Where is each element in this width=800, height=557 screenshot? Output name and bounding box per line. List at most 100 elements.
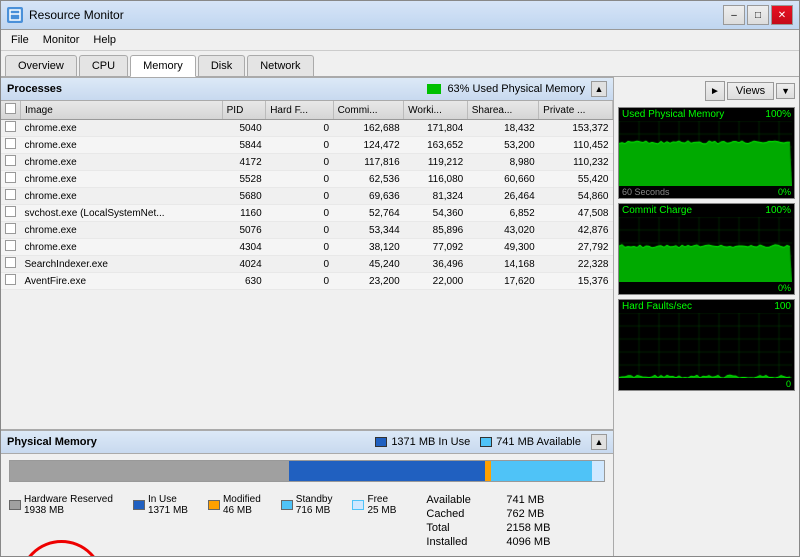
row-image: chrome.exe bbox=[21, 222, 223, 239]
row-image: chrome.exe bbox=[21, 137, 223, 154]
table-row[interactable]: chrome.exe 5528 0 62,536 116,080 60,660 … bbox=[1, 171, 613, 188]
row-checkbox[interactable] bbox=[1, 137, 21, 154]
memory-section-header[interactable]: Physical Memory 1371 MB In Use 741 MB Av… bbox=[1, 430, 613, 454]
bar-in-use bbox=[289, 461, 485, 481]
close-button[interactable]: ✕ bbox=[771, 5, 793, 25]
row-pid: 5844 bbox=[222, 137, 266, 154]
table-row[interactable]: svchost.exe (LocalSystemNet... 1160 0 52… bbox=[1, 205, 613, 222]
tab-cpu[interactable]: CPU bbox=[79, 55, 128, 76]
row-private: 110,452 bbox=[539, 137, 613, 154]
processes-table: Image PID Hard F... Commi... Worki... Sh… bbox=[1, 101, 613, 290]
table-row[interactable]: SearchIndexer.exe 4024 0 45,240 36,496 1… bbox=[1, 256, 613, 273]
memory-body: Hardware Reserved 1938 MB In Use bbox=[1, 454, 613, 556]
row-image: chrome.exe bbox=[21, 239, 223, 256]
menu-monitor[interactable]: Monitor bbox=[37, 32, 86, 48]
row-checkbox[interactable] bbox=[1, 239, 21, 256]
row-shared: 26,464 bbox=[467, 188, 538, 205]
graph-commit-title: Commit Charge bbox=[622, 205, 692, 216]
legend-in-use-label: In Use bbox=[148, 494, 188, 505]
graph-hard-faults-label: Hard Faults/sec 100 bbox=[619, 300, 794, 313]
memory-collapse-button[interactable]: ▲ bbox=[591, 434, 607, 450]
row-checkbox[interactable] bbox=[1, 256, 21, 273]
col-working[interactable]: Worki... bbox=[404, 101, 468, 120]
table-row[interactable]: chrome.exe 5076 0 53,344 85,896 43,020 4… bbox=[1, 222, 613, 239]
row-hard: 0 bbox=[266, 171, 333, 188]
views-header: ► Views ▼ bbox=[618, 81, 795, 101]
legend-standby: Standby 716 MB bbox=[281, 494, 333, 516]
processes-header[interactable]: Processes 63% Used Physical Memory ▲ bbox=[1, 77, 613, 101]
graph-hard-faults-bottom: 0 bbox=[619, 378, 794, 390]
row-commit: 124,472 bbox=[333, 137, 404, 154]
table-row[interactable]: chrome.exe 5040 0 162,688 171,804 18,432… bbox=[1, 120, 613, 137]
table-row[interactable]: chrome.exe 5844 0 124,472 163,652 53,200… bbox=[1, 137, 613, 154]
processes-collapse-button[interactable]: ▲ bbox=[591, 81, 607, 97]
row-pid: 4024 bbox=[222, 256, 266, 273]
table-row[interactable]: chrome.exe 4172 0 117,816 119,212 8,980 … bbox=[1, 154, 613, 171]
row-working: 77,092 bbox=[404, 239, 468, 256]
row-image: AventFire.exe bbox=[21, 273, 223, 290]
row-commit: 38,120 bbox=[333, 239, 404, 256]
row-pid: 5680 bbox=[222, 188, 266, 205]
row-working: 36,496 bbox=[404, 256, 468, 273]
processes-table-container[interactable]: Image PID Hard F... Commi... Worki... Sh… bbox=[1, 101, 613, 429]
row-working: 116,080 bbox=[404, 171, 468, 188]
col-private[interactable]: Private ... bbox=[539, 101, 613, 120]
menu-help[interactable]: Help bbox=[87, 32, 122, 48]
row-checkbox[interactable] bbox=[1, 171, 21, 188]
col-pid[interactable]: PID bbox=[222, 101, 266, 120]
table-row[interactable]: AventFire.exe 630 0 23,200 22,000 17,620… bbox=[1, 273, 613, 290]
row-hard: 0 bbox=[266, 205, 333, 222]
memory-legend: Hardware Reserved 1938 MB In Use bbox=[9, 490, 396, 550]
row-hard: 0 bbox=[266, 154, 333, 171]
row-hard: 0 bbox=[266, 188, 333, 205]
legend-in-use: In Use 1371 MB bbox=[133, 494, 188, 516]
row-commit: 117,816 bbox=[333, 154, 404, 171]
legend-standby-value: 716 MB bbox=[296, 505, 333, 516]
row-checkbox[interactable] bbox=[1, 273, 21, 290]
stat-cached: Cached 762 MB bbox=[426, 508, 550, 520]
row-pid: 5076 bbox=[222, 222, 266, 239]
tab-disk[interactable]: Disk bbox=[198, 55, 245, 76]
row-commit: 62,536 bbox=[333, 171, 404, 188]
table-row[interactable]: chrome.exe 5680 0 69,636 81,324 26,464 5… bbox=[1, 188, 613, 205]
menu-file[interactable]: File bbox=[5, 32, 35, 48]
tab-memory[interactable]: Memory bbox=[130, 55, 196, 77]
col-commit[interactable]: Commi... bbox=[333, 101, 404, 120]
row-hard: 0 bbox=[266, 256, 333, 273]
col-hard[interactable]: Hard F... bbox=[266, 101, 333, 120]
graph-hard-faults-title: Hard Faults/sec bbox=[622, 301, 692, 312]
col-image[interactable]: Image bbox=[21, 101, 223, 120]
row-checkbox[interactable] bbox=[1, 188, 21, 205]
col-shared[interactable]: Sharea... bbox=[467, 101, 538, 120]
maximize-button[interactable]: □ bbox=[747, 5, 769, 25]
views-dropdown-button[interactable]: ▼ bbox=[776, 83, 795, 99]
stat-installed: Installed 4096 MB bbox=[426, 536, 550, 548]
menu-bar: File Monitor Help bbox=[1, 30, 799, 51]
stat-available-value: 741 MB bbox=[506, 494, 544, 506]
graph-used-memory-bottom-right: 0% bbox=[778, 187, 791, 197]
main-content: Processes 63% Used Physical Memory ▲ Im bbox=[1, 77, 799, 556]
row-shared: 17,620 bbox=[467, 273, 538, 290]
tab-overview[interactable]: Overview bbox=[5, 55, 77, 76]
row-image: chrome.exe bbox=[21, 154, 223, 171]
row-pid: 5528 bbox=[222, 171, 266, 188]
processes-section: Image PID Hard F... Commi... Worki... Sh… bbox=[1, 101, 613, 429]
row-checkbox[interactable] bbox=[1, 120, 21, 137]
stat-total-value: 2158 MB bbox=[506, 522, 550, 534]
row-checkbox[interactable] bbox=[1, 205, 21, 222]
row-shared: 60,660 bbox=[467, 171, 538, 188]
table-row[interactable]: chrome.exe 4304 0 38,120 77,092 49,300 2… bbox=[1, 239, 613, 256]
nav-arrow-button[interactable]: ► bbox=[705, 81, 725, 101]
views-button[interactable]: Views bbox=[727, 82, 774, 100]
row-shared: 18,432 bbox=[467, 120, 538, 137]
cpu-usage-indicator bbox=[427, 84, 441, 94]
memory-section: Physical Memory 1371 MB In Use 741 MB Av… bbox=[1, 429, 613, 556]
row-checkbox[interactable] bbox=[1, 222, 21, 239]
graph-commit-charge: Commit Charge 100% 0% bbox=[618, 203, 795, 295]
tab-network[interactable]: Network bbox=[247, 55, 313, 76]
processes-status: 63% Used Physical Memory bbox=[447, 83, 585, 95]
minimize-button[interactable]: – bbox=[723, 5, 745, 25]
legend-reserved-value: 1938 MB bbox=[24, 505, 113, 516]
tab-bar: Overview CPU Memory Disk Network bbox=[1, 51, 799, 77]
row-checkbox[interactable] bbox=[1, 154, 21, 171]
